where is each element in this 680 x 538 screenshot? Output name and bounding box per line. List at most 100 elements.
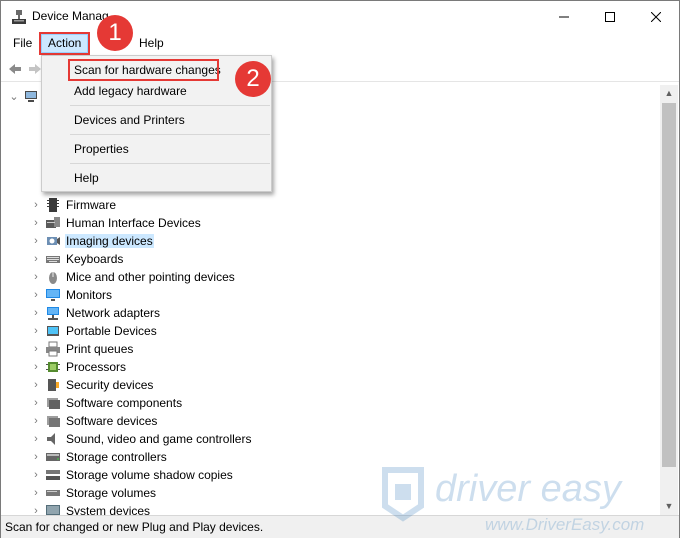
step-1-badge: 1 — [97, 15, 133, 51]
tree-node-label: Storage volume shadow copies — [66, 468, 233, 482]
collapse-chevron-icon[interactable]: ⌄ — [8, 91, 20, 103]
maximize-button[interactable] — [587, 1, 633, 32]
shadow-copy-icon — [46, 470, 60, 480]
speaker-icon — [47, 433, 55, 445]
network-icon — [47, 307, 59, 320]
hid-icon — [46, 217, 60, 228]
tree-node-label: Storage volumes — [66, 486, 157, 500]
tree-node-label: Firmware — [66, 198, 116, 212]
expand-chevron-icon[interactable]: › — [30, 487, 42, 499]
tree-node[interactable]: › Software devices — [30, 412, 158, 430]
cpu-icon — [46, 362, 60, 372]
tree-node-label: Keyboards — [66, 252, 124, 266]
expand-chevron-icon[interactable]: › — [30, 361, 42, 373]
system-icon — [46, 505, 60, 515]
tree-node[interactable]: › Firmware — [30, 196, 117, 214]
computer-icon — [25, 91, 37, 102]
tree-node[interactable]: › Network adapters — [30, 304, 161, 322]
tree-node-label: Sound, video and game controllers — [66, 432, 252, 446]
expand-chevron-icon[interactable]: › — [30, 199, 42, 211]
tree-node-label: System devices — [66, 504, 151, 515]
tree-node[interactable]: › Portable Devices — [30, 322, 158, 340]
tree-node-label: Human Interface Devices — [66, 216, 201, 230]
expand-chevron-icon[interactable]: › — [30, 451, 42, 463]
menu-item-devices-and-printers[interactable]: Devices and Printers — [44, 109, 269, 131]
tree-node-label: Print queues — [66, 342, 134, 356]
tree-node-label: Software components — [66, 396, 183, 410]
tree-node-label: Imaging devices — [65, 234, 154, 248]
menu-separator — [70, 163, 270, 164]
tree-node[interactable]: › Software components — [30, 394, 183, 412]
back-arrow-icon[interactable] — [7, 61, 23, 77]
expand-chevron-icon[interactable]: › — [30, 343, 42, 355]
tree-node[interactable]: › Print queues — [30, 340, 134, 358]
storage-controller-icon — [46, 453, 60, 461]
window-title: Device Manag — [32, 9, 109, 23]
expand-chevron-icon[interactable]: › — [30, 469, 42, 481]
tree-node-label: Mice and other pointing devices — [66, 270, 235, 284]
tree-node[interactable]: › Imaging devices — [30, 232, 154, 250]
close-icon — [651, 11, 661, 22]
keyboard-icon — [46, 256, 60, 263]
tree-node[interactable]: › Processors — [30, 358, 127, 376]
expand-chevron-icon[interactable]: › — [30, 415, 42, 427]
tree-node-label: Processors — [66, 360, 127, 374]
minimize-icon — [559, 16, 569, 17]
camera-icon — [47, 237, 60, 245]
software-device-icon — [47, 416, 60, 427]
tree-root-computer[interactable]: ⌄ — [8, 88, 43, 106]
menu-item-properties[interactable]: Properties — [44, 138, 269, 160]
menu-item-scan-hardware[interactable]: Scan for hardware changes — [68, 59, 221, 81]
close-button[interactable] — [633, 1, 679, 32]
tree-node[interactable]: › Keyboards — [30, 250, 124, 268]
expand-chevron-icon[interactable]: › — [30, 397, 42, 409]
status-text: Scan for changed or new Plug and Play de… — [5, 520, 264, 534]
expand-chevron-icon[interactable]: › — [30, 289, 42, 301]
tree-node[interactable]: › Security devices — [30, 376, 154, 394]
menu-help[interactable]: Help — [133, 34, 170, 53]
tree-node-label: Software devices — [66, 414, 158, 428]
monitor-icon — [46, 289, 60, 301]
mouse-icon — [49, 272, 57, 284]
menu-file[interactable]: File — [7, 34, 38, 53]
expand-chevron-icon[interactable]: › — [30, 505, 42, 515]
tree-node-label: Monitors — [66, 288, 113, 302]
expand-chevron-icon[interactable]: › — [30, 325, 42, 337]
portable-icon — [47, 326, 59, 336]
minimize-button[interactable] — [541, 1, 587, 32]
tree-node-label: Security devices — [66, 378, 154, 392]
vertical-scrollbar[interactable]: ▲ ▼ — [660, 85, 678, 515]
tree-node[interactable]: › Storage volumes — [30, 484, 157, 502]
expand-chevron-icon[interactable]: › — [30, 235, 42, 247]
tree-node[interactable]: › Monitors — [30, 286, 113, 304]
maximize-icon — [605, 11, 615, 22]
tree-node[interactable]: › Sound, video and game controllers — [30, 430, 252, 448]
tree-node[interactable]: › System devices — [30, 502, 151, 515]
scrollbar-thumb[interactable] — [662, 103, 676, 467]
scroll-down-icon[interactable]: ▼ — [660, 498, 678, 515]
volume-icon — [46, 490, 60, 496]
expand-chevron-icon[interactable]: › — [30, 271, 42, 283]
expand-chevron-icon[interactable]: › — [30, 433, 42, 445]
security-icon — [48, 379, 59, 391]
expand-chevron-icon[interactable]: › — [30, 253, 42, 265]
tree-node[interactable]: › Storage controllers — [30, 448, 168, 466]
printer-icon — [46, 341, 60, 357]
scroll-up-icon[interactable]: ▲ — [660, 85, 678, 102]
tree-node-label: Portable Devices — [66, 324, 157, 338]
step-2-badge: 2 — [235, 61, 271, 97]
expand-chevron-icon[interactable]: › — [30, 217, 42, 229]
tree-node[interactable]: › Human Interface Devices — [30, 214, 202, 232]
menu-item-help[interactable]: Help — [44, 167, 269, 189]
device-manager-app-icon — [12, 10, 26, 24]
tree-node-label: Storage controllers — [66, 450, 167, 464]
tree-node[interactable]: › Mice and other pointing devices — [30, 268, 236, 286]
expand-chevron-icon[interactable]: › — [30, 379, 42, 391]
expand-chevron-icon[interactable]: › — [30, 307, 42, 319]
menu-separator — [70, 105, 270, 106]
tree-node[interactable]: › Storage volume shadow copies — [30, 466, 234, 484]
menu-action[interactable]: Action — [38, 32, 91, 55]
tree-node-label: Network adapters — [66, 306, 161, 320]
software-component-icon — [47, 398, 60, 409]
menu-separator — [70, 134, 270, 135]
